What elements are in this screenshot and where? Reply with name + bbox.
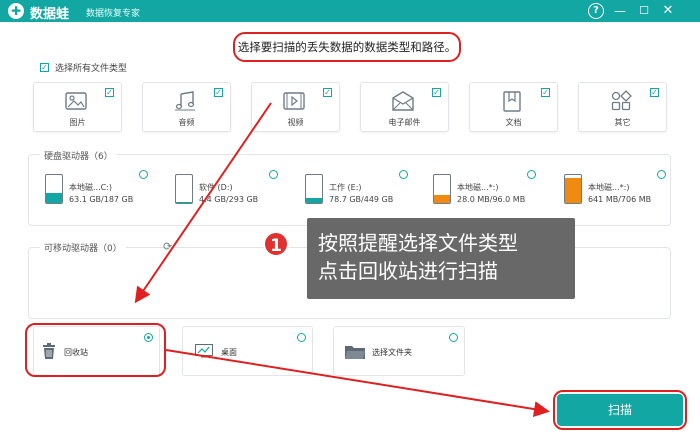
image-type-checkbox[interactable]: ✓ bbox=[105, 88, 114, 97]
drive-name: 工作 (E:) bbox=[329, 183, 362, 192]
other-type-checkbox[interactable]: ✓ bbox=[650, 88, 659, 97]
image-icon bbox=[65, 92, 87, 110]
app-subtitle: 数据恢复专家 bbox=[86, 9, 141, 19]
drive-radio[interactable] bbox=[139, 170, 148, 179]
help-button[interactable]: ? bbox=[588, 3, 604, 19]
desktop-icon bbox=[195, 344, 213, 358]
drive-usage-fill bbox=[46, 193, 62, 203]
drive-radio[interactable] bbox=[399, 170, 408, 179]
file-type-other[interactable]: ✓ 其它 bbox=[578, 82, 667, 132]
file-type-label: 图片 bbox=[69, 118, 86, 127]
drive-size: 4.4 GB/293 GB bbox=[199, 195, 259, 204]
file-type-label: 文档 bbox=[505, 118, 522, 127]
select-all-checkbox[interactable]: ✓ bbox=[40, 63, 49, 72]
desktop-radio[interactable] bbox=[297, 333, 306, 342]
music-icon bbox=[175, 91, 195, 111]
close-button[interactable]: ✕ bbox=[660, 3, 676, 19]
drive-usage-fill bbox=[176, 202, 192, 203]
step-number-badge: 1 bbox=[263, 231, 289, 257]
file-type-label: 视频 bbox=[287, 118, 304, 127]
scan-button[interactable]: 扫描 bbox=[557, 394, 683, 426]
select-all-label: 选择所有文件类型 bbox=[55, 64, 128, 74]
title-bar: ✚ 数据蛙 数据恢复专家 ? — ☐ ✕ bbox=[0, 0, 700, 22]
drive-usage-fill bbox=[306, 197, 322, 203]
drive-size: 641 MB/706 MB bbox=[588, 195, 652, 204]
select-all-types[interactable]: ✓ 选择所有文件类型 bbox=[40, 61, 127, 74]
file-type-email[interactable]: ✓ 电子邮件 bbox=[360, 82, 449, 132]
file-type-label: 其它 bbox=[614, 118, 631, 127]
tooltip-line-1: 按照提醒选择文件类型 bbox=[318, 231, 518, 255]
file-type-document[interactable]: ✓ 文档 bbox=[469, 82, 558, 132]
file-type-label: 电子邮件 bbox=[388, 118, 421, 127]
drive-icon bbox=[433, 174, 451, 204]
video-type-checkbox[interactable]: ✓ bbox=[323, 88, 332, 97]
drive-name: 本地磁...C:) bbox=[69, 183, 113, 192]
drive-radio[interactable] bbox=[269, 170, 278, 179]
drive-name: 本地磁...*:) bbox=[588, 183, 630, 192]
location-label: 桌面 bbox=[221, 348, 237, 357]
file-type-image[interactable]: ✓ 图片 bbox=[33, 82, 122, 132]
drive-radio[interactable] bbox=[657, 170, 666, 179]
email-icon bbox=[392, 91, 414, 111]
drive-name: 软件 (D:) bbox=[199, 183, 233, 192]
file-type-audio[interactable]: ✓ 音频 bbox=[142, 82, 231, 132]
other-icon bbox=[611, 90, 632, 111]
audio-type-checkbox[interactable]: ✓ bbox=[214, 88, 223, 97]
drive-size: 63.1 GB/187 GB bbox=[69, 195, 134, 204]
location-choose-folder[interactable]: 选择文件夹 bbox=[333, 326, 465, 376]
choose-folder-radio[interactable] bbox=[449, 333, 458, 342]
drive-icon bbox=[175, 174, 193, 204]
location-desktop[interactable]: 桌面 bbox=[182, 326, 313, 376]
drive-icon bbox=[564, 174, 582, 204]
drive-icon bbox=[305, 174, 323, 204]
drive-radio[interactable] bbox=[527, 170, 536, 179]
document-type-checkbox[interactable]: ✓ bbox=[541, 88, 550, 97]
instruction-tooltip: 按照提醒选择文件类型 点击回收站进行扫描 bbox=[307, 218, 575, 299]
instruction-prompt: 选择要扫描的丢失数据的数据类型和路径。 bbox=[233, 32, 461, 62]
minimize-button[interactable]: — bbox=[612, 3, 628, 19]
drive-icon bbox=[45, 174, 63, 204]
drive-size: 28.0 MB/96.0 MB bbox=[457, 195, 526, 204]
file-type-video[interactable]: ✓ 视频 bbox=[251, 82, 340, 132]
document-icon bbox=[503, 91, 521, 112]
file-type-label: 音频 bbox=[178, 118, 195, 127]
email-type-checkbox[interactable]: ✓ bbox=[432, 88, 441, 97]
drive-name: 本地磁...*:) bbox=[457, 183, 499, 192]
maximize-button[interactable]: ☐ bbox=[636, 3, 652, 19]
tooltip-line-2: 点击回收站进行扫描 bbox=[318, 259, 498, 283]
drive-size: 78.7 GB/449 GB bbox=[329, 195, 394, 204]
refresh-icon[interactable]: ⟳ bbox=[163, 240, 172, 253]
drive-usage-fill bbox=[434, 194, 450, 203]
video-icon bbox=[283, 92, 305, 110]
app-name: 数据蛙 bbox=[30, 7, 70, 22]
recycle-bin-highlight bbox=[25, 323, 166, 377]
removable-drives-title: 可移动驱动器（0） bbox=[40, 241, 126, 254]
app-logo-icon: ✚ bbox=[8, 3, 24, 19]
folder-icon bbox=[345, 346, 365, 359]
location-label: 选择文件夹 bbox=[372, 348, 412, 357]
hard-drives-title: 硬盘驱动器（6） bbox=[40, 149, 117, 162]
drive-usage-fill bbox=[565, 177, 581, 203]
